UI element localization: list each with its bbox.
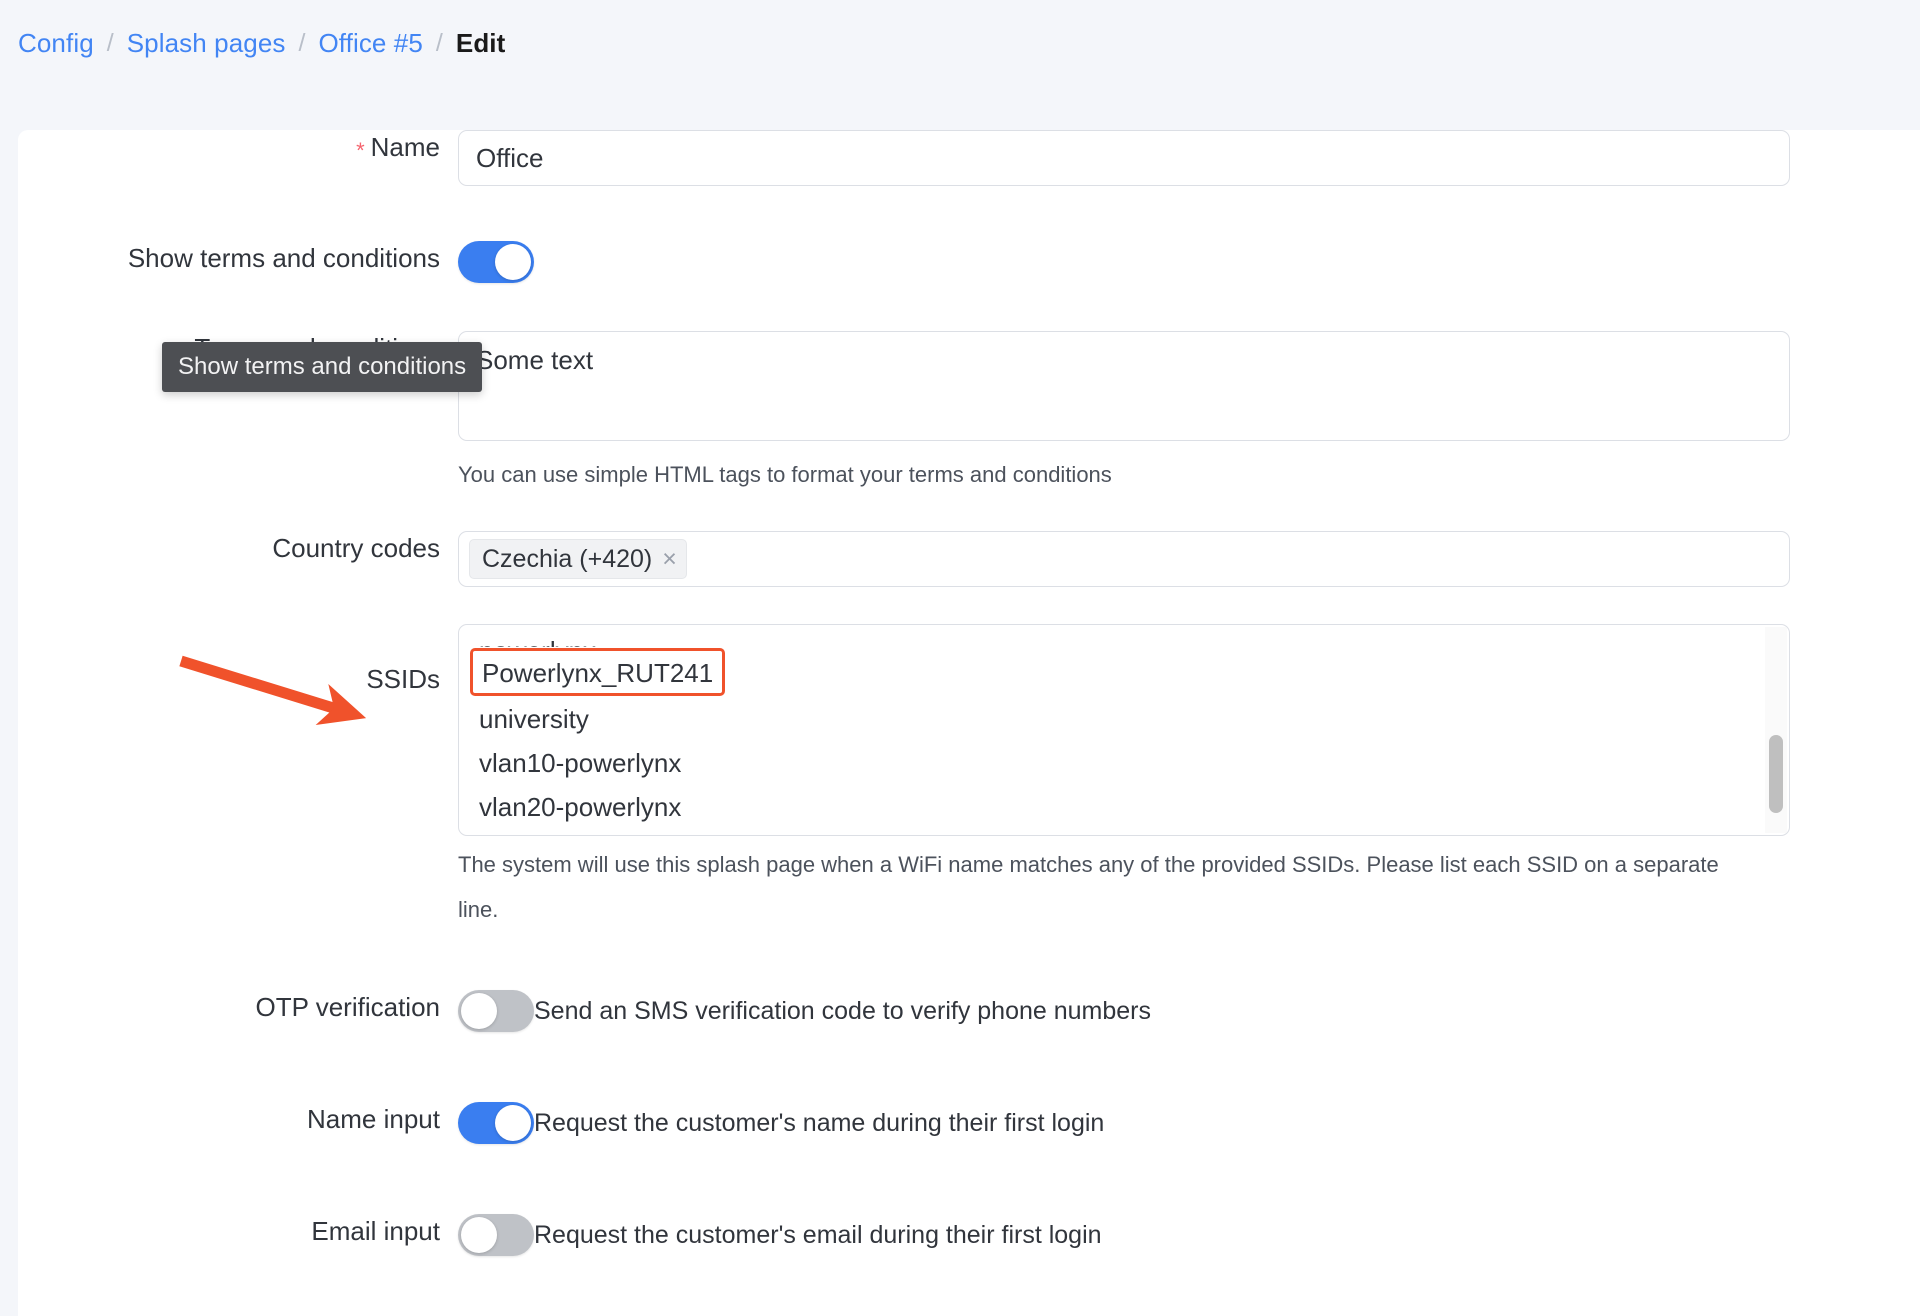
name-input-description: Request the customer's name during their…	[534, 1109, 1105, 1137]
breadcrumb-separator: /	[106, 28, 114, 57]
breadcrumb-separator: /	[298, 28, 306, 57]
breadcrumb: Config / Splash pages / Office #5 / Edit	[0, 0, 1920, 86]
required-asterisk-icon: *	[356, 138, 365, 163]
show-terms-toggle[interactable]	[458, 241, 534, 283]
field-row-show-terms: Show terms and conditions	[18, 241, 1920, 283]
show-terms-label: Show terms and conditions	[127, 243, 440, 273]
email-input-description: Request the customer's email during thei…	[534, 1221, 1102, 1249]
ssids-listbox[interactable]: powerlynx Powerlynx_RUT241 university vl…	[458, 624, 1790, 836]
ssid-partial-line: powerlynx	[479, 629, 1749, 647]
name-input-label: Name input	[307, 1104, 440, 1134]
form-card: *Name Show terms and conditions Terms an…	[18, 130, 1920, 1316]
breadcrumb-item-edit: Edit	[455, 27, 506, 58]
otp-label: OTP verification	[255, 992, 440, 1022]
ssid-item[interactable]: vlan10-powerlynx	[479, 741, 1749, 785]
field-row-country-codes: Country codes Czechia (+420) ×	[18, 531, 1920, 587]
name-label-text: Name	[370, 132, 440, 162]
email-input-label: Email input	[311, 1216, 440, 1246]
field-row-name-input: Name input Request the customer's name d…	[18, 1102, 1920, 1144]
toggle-knob	[495, 1105, 531, 1141]
country-codes-select[interactable]: Czechia (+420) ×	[458, 531, 1790, 587]
field-row-otp: OTP verification Send an SMS verificatio…	[18, 990, 1920, 1032]
breadcrumb-item-office-5[interactable]: Office #5	[318, 28, 422, 59]
country-codes-label: Country codes	[272, 533, 440, 563]
terms-hint: You can use simple HTML tags to format y…	[458, 462, 1112, 487]
remove-tag-icon[interactable]: ×	[662, 546, 677, 572]
ssids-scrollbar-thumb[interactable]	[1769, 735, 1783, 813]
show-terms-tooltip: Show terms and conditions	[162, 342, 483, 392]
name-input-toggle[interactable]	[458, 1102, 534, 1144]
terms-textarea[interactable]	[458, 331, 1790, 441]
otp-toggle[interactable]	[458, 990, 534, 1032]
ssid-item[interactable]: vlan20-powerlynx	[479, 785, 1749, 829]
ssids-scroll-content: powerlynx Powerlynx_RUT241 university vl…	[459, 625, 1769, 835]
name-label: * Name	[18, 130, 458, 168]
ssids-hint: The system will use this splash page whe…	[458, 852, 1719, 922]
field-row-email-input: Email input Request the customer's email…	[18, 1214, 1920, 1256]
ssid-item-row[interactable]: Powerlynx_RUT241	[470, 647, 1749, 697]
country-code-tag: Czechia (+420) ×	[469, 539, 687, 579]
field-row-ssids: SSIDs powerlynx Powerlynx_RUT241 univers…	[18, 624, 1920, 932]
toggle-knob	[495, 244, 531, 280]
breadcrumb-separator: /	[435, 28, 443, 57]
breadcrumb-item-splash-pages[interactable]: Splash pages	[127, 28, 286, 59]
country-code-tag-label: Czechia (+420)	[482, 544, 653, 573]
ssids-scrollbar-track[interactable]	[1765, 627, 1787, 833]
toggle-knob	[461, 1217, 497, 1253]
splash-page-edit-screen: Config / Splash pages / Office #5 / Edit…	[0, 0, 1920, 1316]
toggle-knob	[461, 993, 497, 1029]
otp-description: Send an SMS verification code to verify …	[534, 997, 1152, 1025]
ssid-item[interactable]: university	[479, 697, 1749, 741]
email-input-toggle[interactable]	[458, 1214, 534, 1256]
field-row-name: * Name	[18, 130, 1920, 186]
breadcrumb-item-config[interactable]: Config	[18, 28, 94, 59]
ssid-item-highlighted[interactable]: Powerlynx_RUT241	[470, 648, 726, 696]
ssids-label: SSIDs	[366, 664, 440, 694]
name-input[interactable]	[458, 130, 1790, 186]
